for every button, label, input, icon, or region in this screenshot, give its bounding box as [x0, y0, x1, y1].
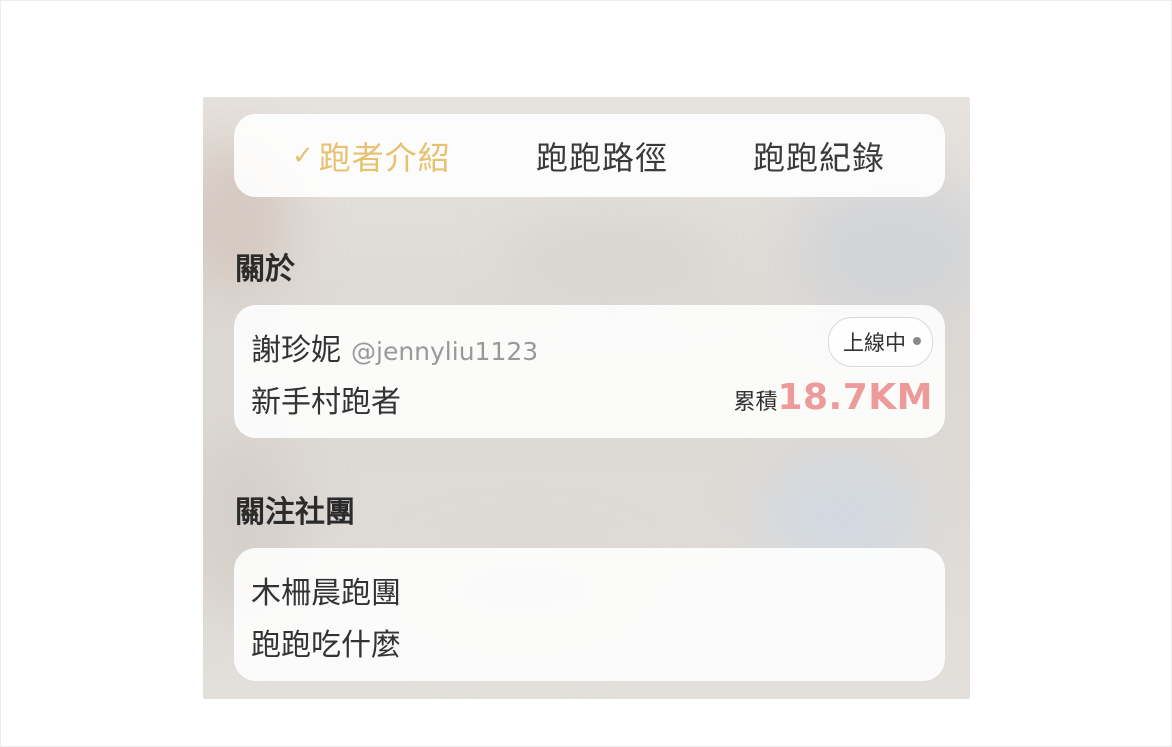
runner-level: 新手村跑者 [251, 385, 401, 420]
background-blur [793, 177, 970, 317]
name-row: 謝珍妮 @jennyliu1123 [251, 325, 538, 369]
online-status-badge: 上線中 [828, 317, 933, 367]
about-card: 謝珍妮 @jennyliu1123 新手村跑者 上線中 累積 18.7KM [234, 305, 945, 438]
tab-label: 跑跑路徑 [536, 138, 669, 177]
runner-name: 謝珍妮 [251, 333, 341, 368]
clubs-section-title: 關注社團 [235, 495, 355, 530]
tab-running-record[interactable]: 跑跑紀錄 [753, 114, 885, 197]
club-item[interactable]: 木柵晨跑團 [251, 568, 401, 612]
background-blur [503, 217, 723, 297]
tab-runner-intro[interactable]: ✓ 跑者介紹 [292, 114, 451, 197]
tab-bar: ✓ 跑者介紹 跑跑路徑 跑跑紀錄 [234, 114, 945, 197]
status-label: 上線中 [843, 331, 906, 355]
total-distance: 累積 18.7KM [733, 377, 933, 418]
club-item[interactable]: 跑跑吃什麼 [251, 620, 401, 664]
runner-handle: @jennyliu1123 [351, 337, 539, 366]
tab-running-route[interactable]: 跑跑路徑 [536, 114, 668, 197]
total-distance-value: 18.7KM [777, 377, 933, 418]
tab-label: 跑跑紀錄 [753, 138, 886, 177]
tab-label: 跑者介紹 [318, 138, 451, 177]
status-dot-icon [913, 337, 921, 345]
about-section-title: 關於 [235, 252, 295, 287]
followed-clubs-card: 木柵晨跑團 跑跑吃什麼 [234, 548, 945, 681]
check-icon: ✓ [292, 140, 315, 171]
runner-profile-panel: ✓ 跑者介紹 跑跑路徑 跑跑紀錄 關於 謝珍妮 @jennyliu1123 新手… [203, 97, 970, 699]
total-distance-label: 累積 [733, 390, 778, 415]
